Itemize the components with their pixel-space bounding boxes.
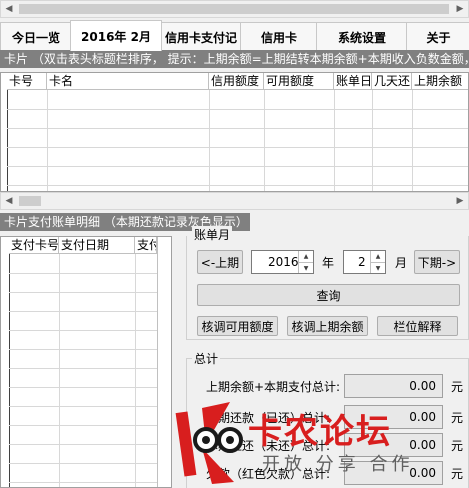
tab-credit-card[interactable]: 信用卡	[240, 22, 318, 51]
bill-grid[interactable]: 支付卡号 支付日期 支付	[0, 236, 172, 488]
totals-title: 总计	[192, 350, 221, 367]
month-spinner[interactable]: 2 ▲ ▼	[343, 250, 386, 274]
scroll-right-icon[interactable]: ▶	[452, 193, 468, 209]
spin-down-icon[interactable]: ▼	[371, 262, 385, 273]
total-unit: 元	[451, 411, 464, 425]
year-value: 2016	[268, 255, 299, 269]
card-grid[interactable]: 卡号 卡名 信用额度 可用额度 账单日 几天还 上期余额	[0, 72, 469, 192]
card-banner: 卡片 （双击表头标题栏排序， 提示：上期余额=上期结转本期余额+本期收入负数金额…	[0, 50, 469, 68]
top-scrollbar[interactable]: ◀ ▶	[0, 0, 469, 18]
total-value: 0.00	[344, 374, 443, 398]
scroll-thumb[interactable]	[19, 4, 449, 14]
tab-label: 2016年 2月	[81, 29, 151, 44]
scroll-right-icon[interactable]: ▶	[452, 1, 468, 17]
col-header-available[interactable]: 可用额度	[264, 73, 334, 90]
total-unit: 元	[451, 439, 464, 453]
scroll-thumb[interactable]	[19, 196, 41, 206]
watermark-mascot-icon	[175, 402, 243, 484]
column-explain-button[interactable]: 栏位解释	[377, 316, 458, 336]
tab-label: 信用卡支付记	[164, 30, 237, 45]
check-available-button[interactable]: 核调可用额度	[197, 316, 278, 336]
tab-settings[interactable]: 系统设置	[316, 22, 408, 51]
query-button[interactable]: 查询	[197, 284, 460, 306]
watermark-subtitle: 开放 分享 合作	[262, 454, 414, 475]
col-header-pay-date[interactable]: 支付日期	[59, 237, 135, 254]
tab-label: 系统设置	[337, 30, 386, 45]
col-header-credit-limit[interactable]: 信用额度	[209, 73, 264, 90]
tab-label: 今日一览	[11, 30, 60, 45]
col-header-bill-day[interactable]: 账单日	[334, 73, 372, 90]
total-label: 上期余额+本期支付总计:	[206, 380, 341, 394]
col-header-days[interactable]: 几天还	[372, 73, 412, 90]
watermark-title: 卡农论坛	[248, 412, 392, 452]
year-unit: 年	[322, 256, 335, 270]
card-grid-scrollbar[interactable]: ◀ ▶	[0, 192, 469, 210]
month-value: 2	[358, 255, 366, 269]
bill-month-title: 账单月	[192, 226, 233, 243]
col-header-prev-balance[interactable]: 上期余额	[412, 73, 468, 90]
check-prev-balance-button[interactable]: 核调上期余额	[287, 316, 368, 336]
spin-up-icon[interactable]: ▲	[299, 251, 313, 262]
tab-today[interactable]: 今日一览	[0, 22, 72, 51]
scroll-left-icon[interactable]: ◀	[1, 193, 17, 209]
tab-card-payments[interactable]: 信用卡支付记	[160, 22, 242, 51]
tab-label: 关于	[426, 30, 451, 45]
col-header-card-no[interactable]: 卡号	[7, 73, 47, 90]
tab-month[interactable]: 2016年 2月	[70, 20, 162, 51]
spin-down-icon[interactable]: ▼	[299, 262, 313, 273]
col-header-pay-card[interactable]: 支付卡号	[9, 237, 59, 254]
col-header-card-name[interactable]: 卡名	[47, 73, 209, 90]
watermark-logo: 卡农论坛 开放 分享 合作	[172, 398, 422, 488]
month-unit: 月	[395, 256, 408, 270]
col-header-pay-amount[interactable]: 支付	[135, 237, 157, 254]
total-unit: 元	[451, 467, 464, 481]
spin-up-icon[interactable]: ▲	[371, 251, 385, 262]
next-period-button[interactable]: 下期->	[414, 250, 460, 274]
tab-label: 信用卡	[260, 30, 297, 45]
scroll-left-icon[interactable]: ◀	[1, 1, 17, 17]
tab-about[interactable]: 关于	[406, 22, 469, 51]
prev-period-button[interactable]: <-上期	[197, 250, 243, 274]
total-unit: 元	[451, 380, 464, 394]
year-spinner[interactable]: 2016 ▲ ▼	[251, 250, 314, 274]
